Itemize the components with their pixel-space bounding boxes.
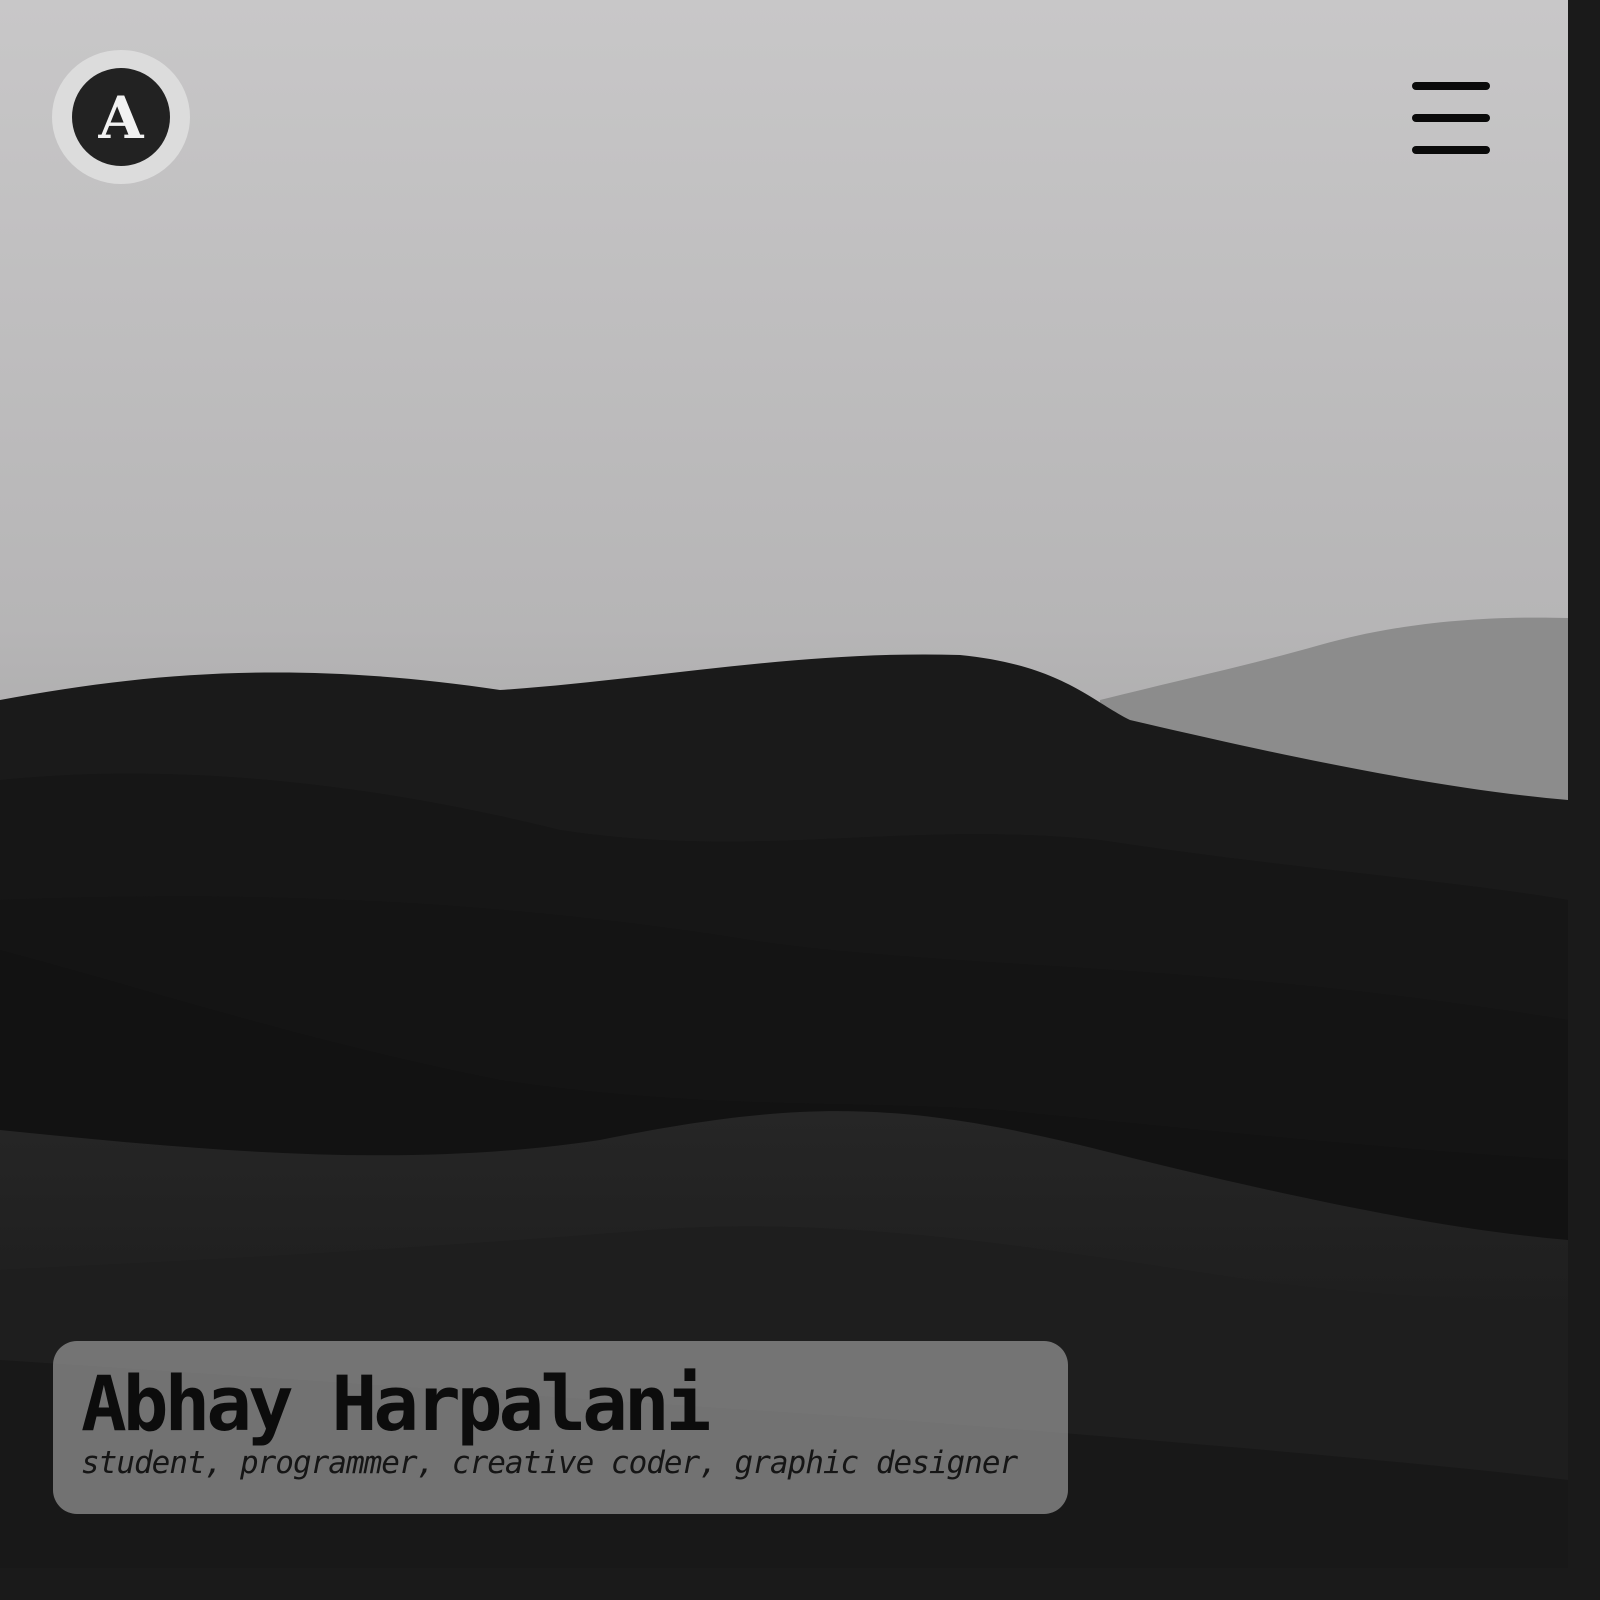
logo-button[interactable]: A [52, 50, 190, 184]
logo-badge: A [72, 68, 170, 166]
logo-letter: A [98, 84, 144, 152]
hamburger-menu-button[interactable] [1404, 78, 1498, 158]
hamburger-menu-icon [1412, 114, 1490, 122]
tagline: student, programmer, creative coder, gra… [81, 1445, 1018, 1481]
intro-card: Abhay Harpalani student, programmer, cre… [53, 1341, 1068, 1514]
page-title: Abhay Harpalani [81, 1359, 711, 1448]
hero-page: A Abhay Harpalani student, programmer, c… [0, 0, 1568, 1568]
hamburger-menu-icon [1412, 146, 1490, 154]
hamburger-menu-icon [1412, 82, 1490, 90]
desert-dunes-background [0, 0, 1568, 1568]
